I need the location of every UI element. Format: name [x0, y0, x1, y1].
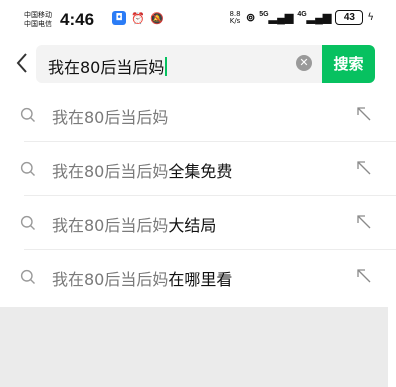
search-icon [20, 107, 35, 122]
suggestion-prefix: 我在80后当后妈 [52, 216, 169, 235]
fill-query-arrow-icon[interactable] [356, 268, 372, 284]
suggestion-text: 我在80后当后妈在哪里看 [52, 266, 232, 290]
suggestion-suffix: 全集免费 [168, 162, 233, 181]
signal-4g: 4G▂▄▆ [297, 11, 332, 24]
keyboard-area-placeholder [0, 307, 388, 387]
suggestion-text: 我在80后当后妈大结局 [52, 212, 216, 236]
suggestion-prefix: 我在80后当后妈 [52, 270, 169, 289]
carrier-2: 中国电信 [24, 20, 52, 28]
mute-icon: 🔕 [150, 11, 164, 25]
suggestion-list: 我在80后当后妈 我在80后当后妈全集免费 我在80后当后妈大结局 我在80后当… [0, 88, 396, 304]
suggestion-suffix: 大结局 [168, 216, 217, 235]
suggestion-item[interactable]: 我在80后当后妈在哪里看 [0, 250, 396, 304]
search-icon [20, 269, 35, 284]
alarm-icon: ⏰ [131, 11, 145, 25]
fill-query-arrow-icon[interactable] [356, 160, 372, 176]
back-button[interactable] [10, 52, 34, 78]
suggestion-suffix: 在哪里看 [168, 270, 233, 289]
network-speed-unit: K/s [229, 16, 241, 25]
system-status: 8.8 K/s ⊚ 5G▂▄▆ 4G▂▄▆ 43 ϟ [228, 10, 374, 25]
app-notification-icon: ◘ [112, 11, 126, 25]
search-icon [20, 215, 35, 230]
notification-icons: ◘ ⏰ 🔕 [112, 11, 164, 25]
suggestion-text: 我在80后当后妈全集免费 [52, 158, 232, 182]
suggestion-item[interactable]: 我在80后当后妈大结局 [0, 196, 396, 250]
search-input[interactable]: 我在80后当后妈 ✕ [36, 45, 326, 83]
search-query[interactable]: 我在80后当后妈 [48, 54, 168, 78]
search-icon [20, 161, 35, 176]
clock: 4:46 [60, 10, 95, 29]
suggestion-item[interactable]: 我在80后当后妈全集免费 [0, 142, 396, 196]
carrier-1: 中国移动 [24, 11, 52, 19]
status-bar: 中国移动 中国电信 4:46 ◘ ⏰ 🔕 8.8 K/s ⊚ 5G▂▄▆ 4G▂… [0, 0, 396, 42]
signal-5g: 5G▂▄▆ [259, 11, 294, 24]
signal-4g-label: 4G [297, 11, 307, 18]
battery-indicator: 43 [335, 10, 364, 25]
suggestion-item[interactable]: 我在80后当后妈 [0, 88, 396, 142]
suggestion-prefix: 我在80后当后妈 [52, 108, 169, 127]
fill-query-arrow-icon[interactable] [356, 106, 372, 122]
text-caret [165, 57, 168, 76]
search-button[interactable]: 搜索 [322, 45, 375, 83]
clear-icon[interactable]: ✕ [296, 55, 312, 71]
search-bar: 我在80后当后妈 ✕ 搜索 [0, 44, 396, 88]
suggestion-prefix: 我在80后当后妈 [52, 162, 169, 181]
charging-icon: ϟ [367, 12, 374, 23]
search-query-text: 我在80后当后妈 [48, 58, 165, 77]
fill-query-arrow-icon[interactable] [356, 214, 372, 230]
signal-5g-label: 5G [259, 11, 269, 18]
carrier-info: 中国移动 中国电信 [24, 11, 64, 29]
chevron-left-icon [16, 53, 27, 73]
suggestion-text: 我在80后当后妈 [52, 104, 168, 128]
network-speed: 8.8 K/s [228, 10, 242, 25]
hotspot-icon: ⊚ [246, 12, 256, 24]
